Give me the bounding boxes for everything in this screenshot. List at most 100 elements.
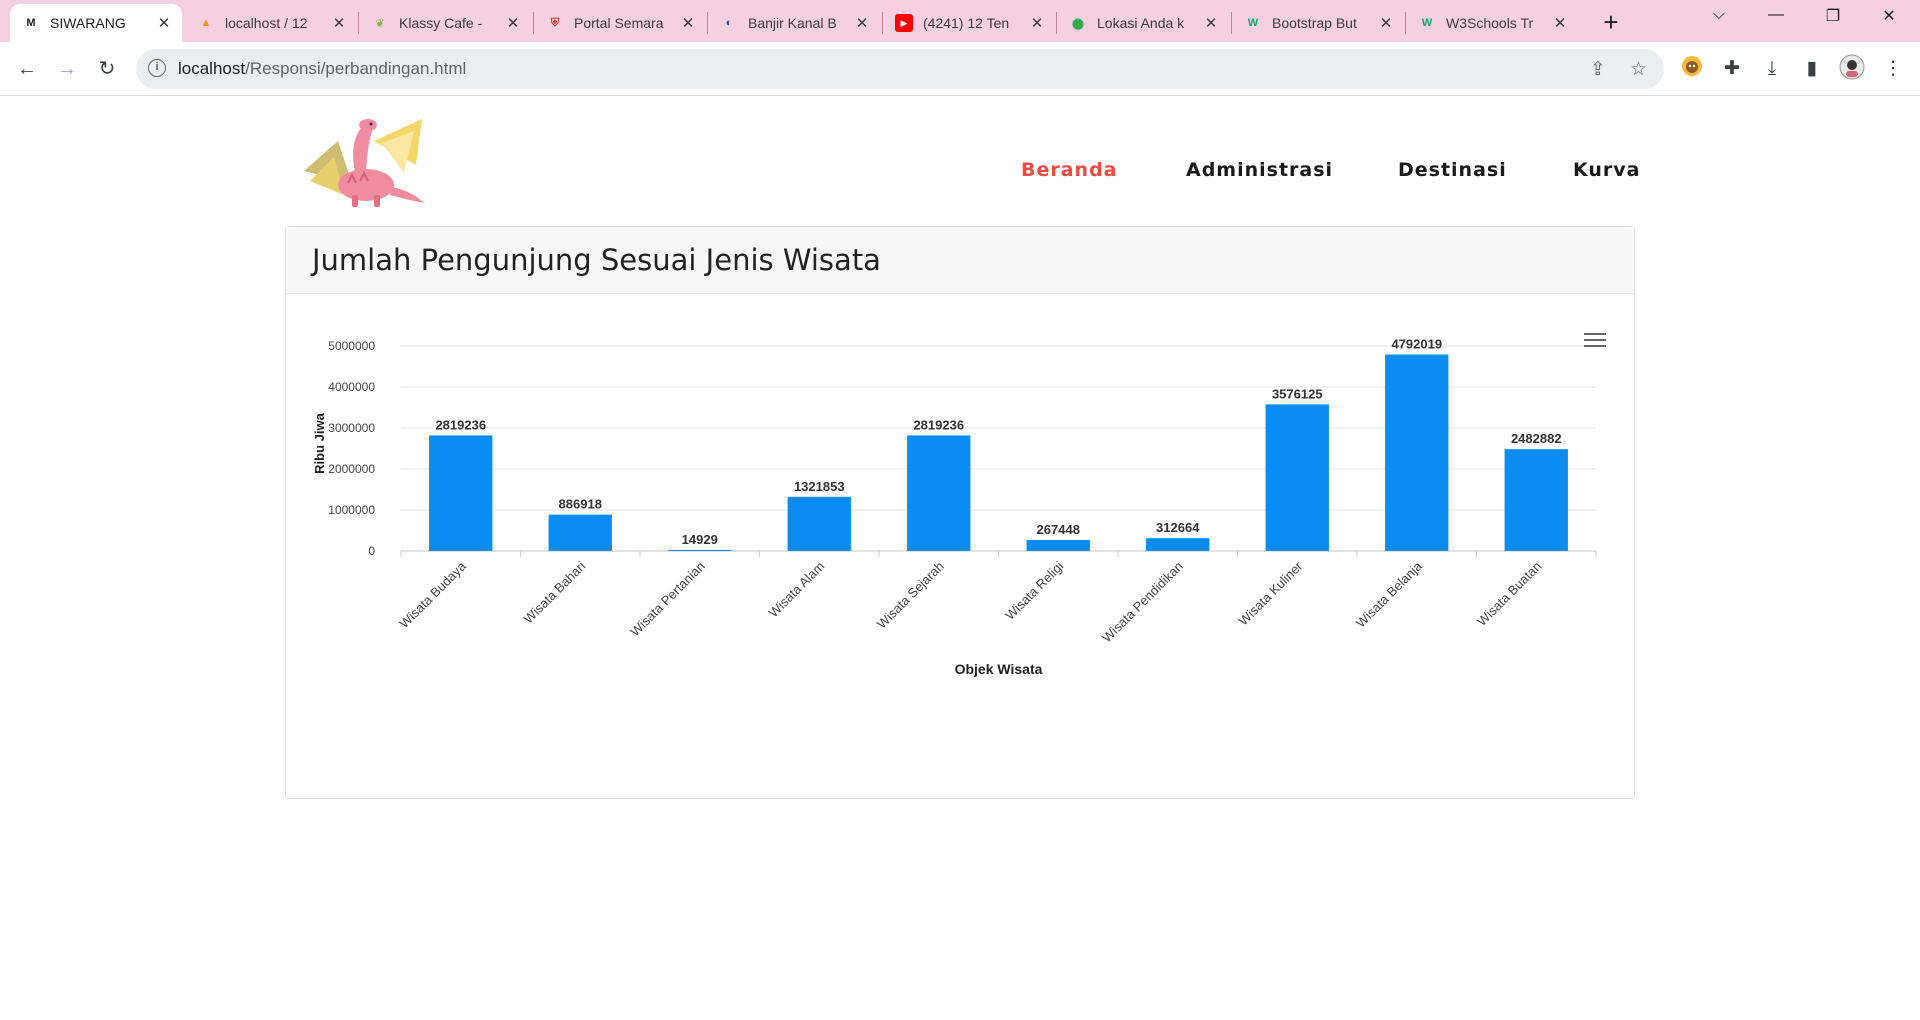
restore-button[interactable]: ❐ bbox=[1810, 6, 1856, 34]
tab-search-chevron-icon[interactable]: ⌵ bbox=[1696, 6, 1742, 34]
forward-arrow-icon[interactable]: → bbox=[52, 54, 82, 84]
x-tick-label: Wisata Kuliner bbox=[1236, 558, 1306, 628]
profile-avatar-icon[interactable] bbox=[1839, 54, 1865, 80]
tab-strip: + ⌵ — ❐ ✕ M SIWARANG ✕ ▲ localhost / 12 ✕ ❦ Kla… bbox=[0, 0, 1920, 42]
phpmyadmin-icon: ▲ bbox=[200, 17, 212, 29]
bar bbox=[1026, 540, 1090, 551]
card-title: Jumlah Pengunjung Sesuai Jenis Wisata bbox=[312, 243, 881, 277]
nav-link-beranda[interactable]: Beranda bbox=[1021, 159, 1118, 181]
youtube-icon: ▶ bbox=[895, 14, 913, 32]
dinosaur-logo[interactable] bbox=[304, 113, 426, 213]
data-label: 886918 bbox=[559, 497, 602, 512]
bar bbox=[668, 550, 732, 551]
tab-close-icon[interactable]: ✕ bbox=[680, 14, 696, 32]
tab-close-icon[interactable]: ✕ bbox=[1029, 14, 1045, 32]
data-label: 2819236 bbox=[435, 417, 486, 432]
download-icon[interactable]: ⤓ bbox=[1759, 56, 1785, 82]
y-tick-label: 4000000 bbox=[328, 380, 375, 394]
bar bbox=[787, 496, 851, 551]
tab-close-icon[interactable]: ✕ bbox=[854, 14, 870, 32]
chart-card: Jumlah Pengunjung Sesuai Jenis Wisata 0 1… bbox=[285, 226, 1635, 799]
browser-toolbar: ← → ↻ i localhost/Responsi/perbandingan.… bbox=[0, 42, 1920, 96]
back-arrow-icon[interactable]: ← bbox=[12, 54, 42, 84]
side-panel-icon[interactable]: ▮ bbox=[1799, 56, 1825, 82]
extensions-puzzle-icon[interactable]: ✚ bbox=[1719, 56, 1745, 82]
tab-separator bbox=[882, 12, 883, 34]
tab-separator bbox=[358, 12, 359, 34]
extension-avatar-icon[interactable] bbox=[1679, 54, 1705, 80]
browser-tab[interactable]: W Bootstrap But ✕ bbox=[1232, 4, 1404, 42]
tab-title: Portal Semara bbox=[574, 15, 664, 31]
tab-close-icon[interactable]: ✕ bbox=[505, 14, 521, 32]
data-label: 2819236 bbox=[913, 417, 964, 432]
browser-tab[interactable]: ▶ (4241) 12 Ten ✕ bbox=[883, 4, 1055, 42]
data-label: 4792019 bbox=[1391, 337, 1442, 352]
data-label: 14929 bbox=[682, 532, 718, 547]
browser-tab[interactable]: W W3Schools Tr ✕ bbox=[1406, 4, 1578, 42]
tab-separator bbox=[1405, 12, 1406, 34]
new-tab-button[interactable]: + bbox=[1596, 8, 1626, 38]
url-path: /Responsi/perbandingan.html bbox=[245, 59, 467, 78]
tab-close-icon[interactable]: ✕ bbox=[1552, 14, 1568, 32]
browser-tab[interactable]: ▲ localhost / 12 ✕ bbox=[185, 4, 357, 42]
nav-link-kurva[interactable]: Kurva bbox=[1573, 159, 1641, 181]
x-tick-label: Wisata Alam bbox=[766, 559, 828, 621]
y-tick-label: 5000000 bbox=[328, 339, 375, 353]
m-logo-icon: M bbox=[26, 17, 36, 29]
bar bbox=[429, 435, 493, 551]
tab-separator bbox=[1231, 12, 1232, 34]
x-tick-label: Wisata Belanja bbox=[1353, 558, 1425, 630]
y-tick-label: 3000000 bbox=[328, 421, 375, 435]
crest-icon: ⛨ bbox=[550, 16, 560, 29]
reload-icon[interactable]: ↻ bbox=[92, 54, 122, 84]
url-host: localhost bbox=[178, 59, 246, 78]
nav-link-destinasi[interactable]: Destinasi bbox=[1398, 159, 1507, 181]
x-tick-label: Wisata Pendidikan bbox=[1099, 559, 1186, 646]
share-icon[interactable]: ⇪ bbox=[1590, 58, 1606, 81]
tab-separator bbox=[533, 12, 534, 34]
x-tick-label: Wisata Bahari bbox=[521, 558, 589, 626]
chart-menu-icon[interactable] bbox=[1584, 333, 1606, 349]
chart-area: 0 1000000 2000000 3000000 4000000 5000000 2819… bbox=[286, 295, 1634, 798]
card-header: Jumlah Pengunjung Sesuai Jenis Wisata bbox=[286, 227, 1634, 294]
browser-tab[interactable]: ⬤ Lokasi Anda k ✕ bbox=[1057, 4, 1229, 42]
leaf-icon: ❦ bbox=[375, 17, 385, 30]
address-bar[interactable]: i localhost/Responsi/perbandingan.html ⇪… bbox=[136, 49, 1664, 89]
data-label: 3576125 bbox=[1272, 386, 1323, 401]
w3schools-icon: W bbox=[1421, 17, 1433, 29]
tab-separator bbox=[707, 12, 708, 34]
close-window-button[interactable]: ✕ bbox=[1866, 6, 1912, 34]
x-tick-label: Wisata Buatan bbox=[1474, 559, 1544, 629]
tab-title: localhost / 12 bbox=[225, 15, 308, 31]
data-label: 1321853 bbox=[794, 479, 845, 494]
bar-chart: 0 1000000 2000000 3000000 4000000 5000000 2819… bbox=[312, 337, 1597, 677]
tab-close-icon[interactable]: ✕ bbox=[331, 14, 347, 32]
nav-link-administrasi[interactable]: Administrasi bbox=[1186, 159, 1333, 181]
tab-close-icon[interactable]: ✕ bbox=[1203, 14, 1219, 32]
x-tick-label: Wisata Budaya bbox=[396, 558, 469, 631]
bar bbox=[1265, 404, 1329, 551]
data-label: 267448 bbox=[1037, 522, 1080, 537]
browser-tab[interactable]: ◐ Banjir Kanal B ✕ bbox=[708, 4, 880, 42]
tab-title: Bootstrap But bbox=[1272, 15, 1357, 31]
bookmark-star-icon[interactable]: ☆ bbox=[1630, 58, 1647, 81]
browser-tab[interactable]: M SIWARANG ✕ bbox=[10, 4, 182, 42]
maps-pin-icon: ⬤ bbox=[1071, 17, 1085, 30]
y-tick-label: 0 bbox=[368, 544, 375, 558]
browser-tab[interactable]: ⛨ Portal Semara ✕ bbox=[534, 4, 706, 42]
tab-close-icon[interactable]: ✕ bbox=[1378, 14, 1394, 32]
x-axis-title: Objek Wisata bbox=[955, 661, 1043, 677]
browser-tab[interactable]: ❦ Klassy Cafe - ✕ bbox=[359, 4, 531, 42]
site-info-icon[interactable]: i bbox=[148, 59, 166, 77]
tab-title: Lokasi Anda k bbox=[1097, 15, 1185, 31]
tab-separator bbox=[1056, 12, 1057, 34]
url-text[interactable]: localhost/Responsi/perbandingan.html bbox=[178, 59, 466, 79]
bar bbox=[907, 435, 971, 551]
minimize-button[interactable]: — bbox=[1753, 6, 1799, 34]
x-tick-label: Wisata Pertanian bbox=[627, 559, 708, 640]
data-label: 312664 bbox=[1156, 520, 1200, 535]
menu-kebab-icon[interactable]: ⋮ bbox=[1880, 56, 1906, 82]
bar bbox=[1146, 538, 1210, 551]
y-tick-label: 1000000 bbox=[328, 503, 375, 517]
tab-close-icon[interactable]: ✕ bbox=[156, 14, 172, 32]
